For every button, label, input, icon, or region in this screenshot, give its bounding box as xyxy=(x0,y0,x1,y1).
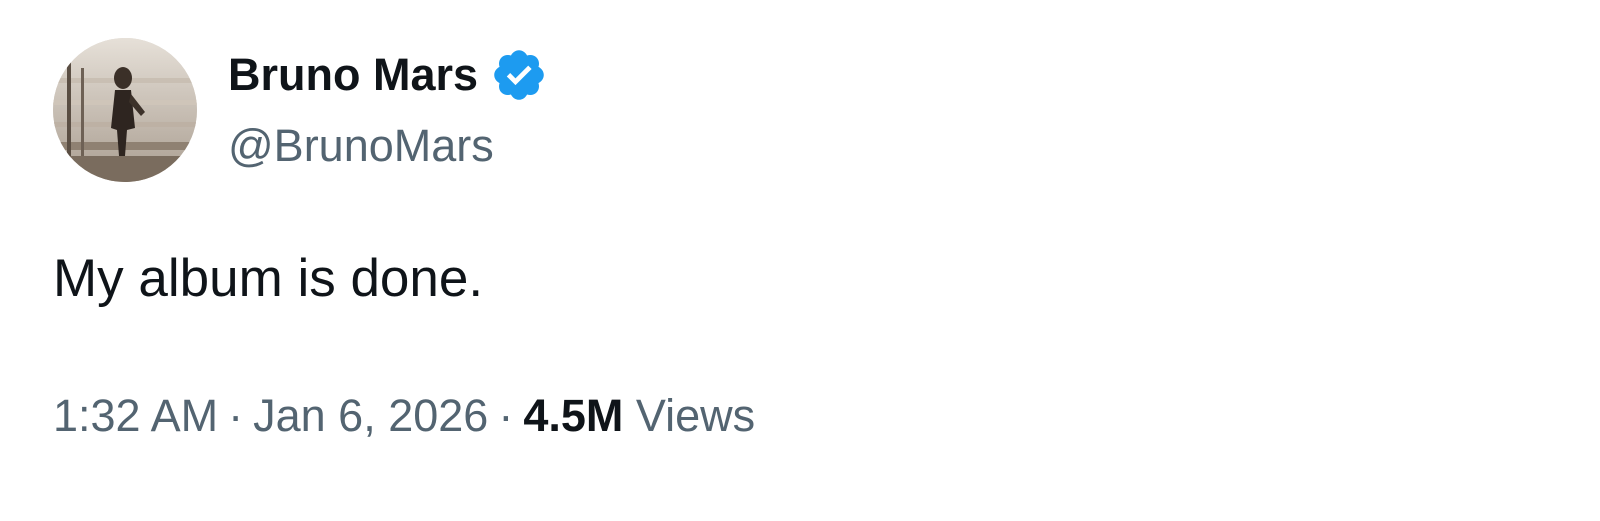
meta-separator: · xyxy=(228,390,244,441)
tweet-text: My album is done. xyxy=(53,249,484,308)
meta-separator: · xyxy=(498,390,514,441)
avatar-photo xyxy=(53,38,197,182)
author-name-row[interactable]: Bruno Mars xyxy=(228,47,548,103)
avatar[interactable] xyxy=(53,38,197,182)
tweet-card: Bruno Mars @BrunoMars My album is done. … xyxy=(0,0,1600,521)
author-handle[interactable]: @BrunoMars xyxy=(228,118,494,174)
verified-badge-icon xyxy=(494,50,544,100)
views-count: 4.5M xyxy=(523,390,624,441)
views-label: Views xyxy=(635,390,756,441)
tweet-meta: 1:32 AM · Jan 6, 2026 · 4.5M Views xyxy=(53,388,755,444)
author-display-name[interactable]: Bruno Mars xyxy=(228,47,478,103)
tweet-time[interactable]: 1:32 AM xyxy=(53,390,218,441)
tweet-date[interactable]: Jan 6, 2026 xyxy=(253,390,488,441)
